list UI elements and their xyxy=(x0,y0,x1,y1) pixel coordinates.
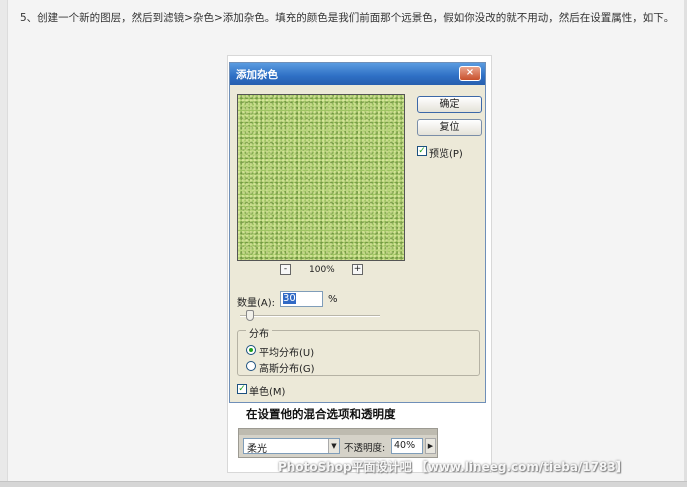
gaussian-label: 高斯分布(G) xyxy=(259,364,315,375)
blend-mode-value: 柔光 xyxy=(247,444,267,455)
opacity-label: 不透明度: xyxy=(344,443,386,454)
left-gutter xyxy=(0,0,8,487)
noise-preview-image[interactable] xyxy=(237,94,405,261)
amount-label: 数量(A): xyxy=(237,298,276,309)
zoom-in-button[interactable]: + xyxy=(352,264,363,275)
ok-button[interactable]: 确定 xyxy=(417,96,482,113)
dialog-title: 添加杂色 xyxy=(236,69,278,81)
chevron-down-icon[interactable]: ▼ xyxy=(328,439,339,453)
zoom-out-button[interactable]: - xyxy=(280,264,291,275)
reset-button[interactable]: 复位 xyxy=(417,119,482,136)
chevron-right-icon[interactable]: ▶ xyxy=(425,438,436,454)
caption: 在设置他的混合选项和透明度 xyxy=(246,407,396,421)
distribution-title: 分布 xyxy=(246,325,272,340)
monochrome-label: 单色(M) xyxy=(249,387,286,398)
add-noise-dialog: 添加杂色 × - 100% + 确定 复位 ✓ 预览(P) 数量(A): 30 … xyxy=(229,62,486,403)
zoom-controls: - 100% + xyxy=(280,264,370,278)
opacity-input[interactable]: 40% xyxy=(391,438,423,454)
blend-mode-select[interactable]: 柔光 ▼ xyxy=(243,438,340,455)
close-icon[interactable]: × xyxy=(459,66,481,81)
preview-label: 预览(P) xyxy=(429,149,463,160)
gaussian-radio[interactable] xyxy=(246,361,256,371)
monochrome-checkbox[interactable]: ✓ xyxy=(237,384,247,394)
amount-unit: % xyxy=(328,294,338,305)
article-paragraph: 5、创建一个新的图层，然后到滤镜>杂色>添加杂色。填充的颜色是我们前面那个远景色… xyxy=(20,12,675,24)
dialog-titlebar: 添加杂色 × xyxy=(230,63,485,85)
watermark: PhotoShop平面设计吧 【www.lineeg.com/tieba/178… xyxy=(278,460,628,474)
amount-slider-thumb[interactable] xyxy=(246,310,254,321)
preview-checkbox[interactable]: ✓ xyxy=(417,146,427,156)
uniform-radio[interactable] xyxy=(246,345,256,355)
zoom-level: 100% xyxy=(309,265,335,275)
layers-panel: 柔光 ▼ 不透明度: 40% ▶ xyxy=(238,428,438,458)
amount-slider-track[interactable] xyxy=(240,315,380,317)
bottom-bar xyxy=(0,481,687,487)
amount-input[interactable]: 30 xyxy=(280,291,323,307)
amount-value: 30 xyxy=(283,293,296,304)
layers-panel-tabs[interactable] xyxy=(239,429,437,435)
uniform-label: 平均分布(U) xyxy=(259,348,315,359)
